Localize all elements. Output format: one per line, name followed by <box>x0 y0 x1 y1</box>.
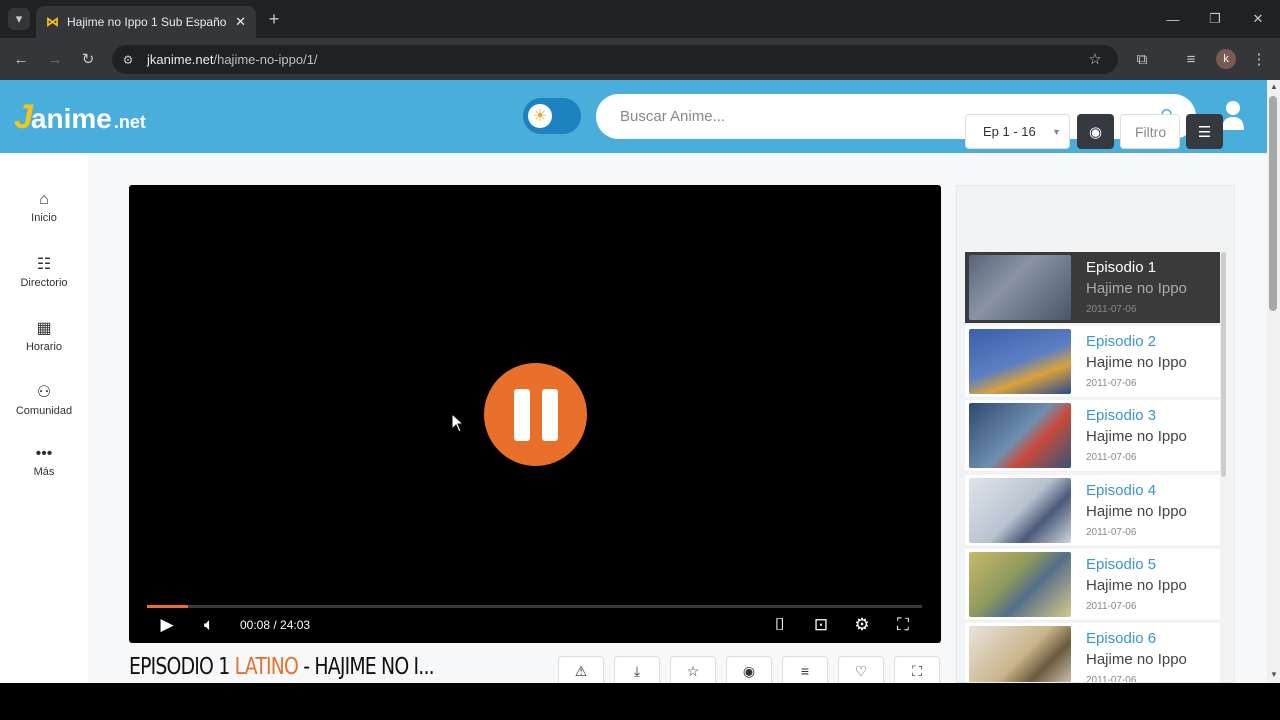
list-icon: ☰ <box>1197 123 1212 141</box>
home-icon: ⌂ <box>39 191 49 208</box>
site-info-icon[interactable]: ⚙ <box>120 52 136 68</box>
favorite-button[interactable]: ☆ <box>670 656 716 683</box>
back-icon[interactable]: ← <box>12 50 30 68</box>
watched-button[interactable]: ◉ <box>726 656 772 683</box>
episode-thumbnail <box>969 478 1071 543</box>
pause-icon <box>513 388 530 441</box>
close-tab-icon[interactable]: ✕ <box>235 14 246 30</box>
theme-toggle[interactable]: ☀ <box>523 98 581 134</box>
site-logo[interactable]: Janime .net <box>14 98 146 137</box>
bookmark-star-icon[interactable]: ☆ <box>1086 50 1104 68</box>
playlist-add-icon: ≡ <box>800 663 810 679</box>
episode-item-6[interactable]: Episodio 6 Hajime no Ippo 2011-07-06 <box>965 623 1220 683</box>
sidebar-item-mas[interactable]: ••• Más <box>0 445 88 478</box>
list-icon: ☷ <box>36 256 52 273</box>
tab-search-button[interactable]: ▾ <box>8 8 30 30</box>
volume-icon[interactable]: 🔈︎ <box>199 613 219 637</box>
profile-avatar[interactable]: k <box>1216 49 1236 69</box>
add-to-list-button[interactable]: ≡ <box>782 656 828 683</box>
new-tab-button[interactable]: + <box>264 9 284 29</box>
calendar-icon: ▦ <box>36 320 52 337</box>
episode-list-scrollbar[interactable] <box>1221 252 1226 477</box>
episode-item-4[interactable]: Episodio 4 Hajime no Ippo 2011-07-06 <box>965 475 1220 547</box>
lightbulb-icon: ♡ <box>854 662 868 679</box>
url-text[interactable]: jkanime.net/hajime-no-ippo/1/ <box>147 52 318 67</box>
page-scrollbar-thumb[interactable] <box>1269 96 1277 311</box>
eye-icon: ◉ <box>742 662 756 679</box>
episode-thumbnail <box>969 626 1071 682</box>
sidebar-item-label: Más <box>33 466 55 478</box>
episode-item-2[interactable]: Episodio 2 Hajime no Ippo 2011-07-06 <box>965 326 1220 398</box>
episode-thumbnail <box>969 403 1071 468</box>
video-player[interactable]: ▶ 🔈︎ 00:08 / 24:03 ⌷ ⊡ ⚙ ⛶ <box>129 185 941 643</box>
language-highlight: LATINO <box>234 654 299 680</box>
progress-fill <box>147 605 189 608</box>
episode-thumbnail <box>969 552 1071 617</box>
reload-icon[interactable]: ↻ <box>79 50 97 68</box>
forward-icon[interactable]: → <box>46 50 64 68</box>
warning-icon: ⚠ <box>574 662 588 679</box>
sidebar-item-label: Comunidad <box>15 405 73 417</box>
light-mode-button[interactable]: ♡ <box>838 656 884 683</box>
report-button[interactable]: ⚠ <box>558 656 604 683</box>
browser-tab-bar: ▾ ⋈ Hajime no Ippo 1 Sub Español ( ✕ + —… <box>0 0 1280 38</box>
bottom-bar <box>0 683 1280 720</box>
tab-title: Hajime no Ippo 1 Sub Español ( <box>67 15 228 29</box>
fullscreen-icon[interactable]: ⛶ <box>892 613 914 637</box>
media-control-icon[interactable]: ≡ <box>1182 50 1200 68</box>
episode-item-1[interactable]: Episodio 1 Hajime no Ippo 2011-07-06 <box>965 252 1220 324</box>
sidebar-item-comunidad[interactable]: ⚇ Comunidad <box>0 382 88 417</box>
logo-main: anime <box>30 103 112 134</box>
more-icon: ••• <box>35 445 53 462</box>
time-display: 00:08 / 24:03 <box>240 618 311 632</box>
users-icon: ⚇ <box>36 384 52 401</box>
sidebar-item-label: Directorio <box>20 277 68 289</box>
sidebar-item-inicio[interactable]: ⌂ Inicio <box>0 191 88 224</box>
pause-button[interactable] <box>484 363 587 466</box>
favicon-icon: ⋈ <box>46 14 59 29</box>
browser-menu-icon[interactable]: ⋮ <box>1250 50 1268 68</box>
settings-icon[interactable]: ⚙ <box>851 613 873 637</box>
extensions-icon[interactable]: ⧉ <box>1133 50 1151 68</box>
sidebar-item-horario[interactable]: ▦ Horario <box>0 318 88 353</box>
close-window-icon[interactable]: ✕ <box>1249 10 1267 28</box>
play-icon[interactable]: ▶ <box>157 613 177 637</box>
episode-thumbnail <box>969 255 1071 320</box>
sidebar: ⌂ Inicio ☷ Directorio ▦ Horario ⚇ Comuni… <box>0 153 88 683</box>
download-button[interactable]: ⤓ <box>614 656 660 683</box>
chevron-down-icon: ▼ <box>1052 126 1061 137</box>
restore-icon[interactable]: ❐ <box>1206 10 1224 28</box>
episode-title: EPISODIO 1 LATINO - HAJIME NO I... <box>129 654 435 680</box>
download-icon: ⤓ <box>633 662 641 679</box>
browser-tab[interactable]: ⋈ Hajime no Ippo 1 Sub Español ( ✕ <box>36 6 256 38</box>
episode-range-select[interactable]: Ep 1 - 16 ▼ <box>965 114 1070 149</box>
episode-filter-input[interactable] <box>1120 114 1180 149</box>
star-icon: ☆ <box>686 662 700 679</box>
scroll-down-icon[interactable]: ▼ <box>1270 670 1278 679</box>
screenshot-icon[interactable]: ⌷ <box>769 613 791 637</box>
sidebar-item-directorio[interactable]: ☷ Directorio <box>0 254 88 289</box>
episode-item-3[interactable]: Episodio 3 Hajime no Ippo 2011-07-06 <box>965 400 1220 472</box>
cast-icon[interactable]: ⊡ <box>810 613 832 637</box>
logo-suffix: .net <box>113 112 146 132</box>
minimize-icon[interactable]: — <box>1164 10 1182 28</box>
list-view-button[interactable]: ☰ <box>1186 114 1223 149</box>
scroll-up-icon[interactable]: ▲ <box>1270 82 1278 91</box>
episode-item-5[interactable]: Episodio 5 Hajime no Ippo 2011-07-06 <box>965 549 1220 621</box>
mouse-cursor-icon <box>451 413 465 433</box>
eye-icon: ◉ <box>1088 123 1103 141</box>
progress-bar[interactable] <box>147 605 922 608</box>
toggle-watched-button[interactable]: ◉ <box>1077 114 1114 149</box>
sun-icon: ☀ <box>528 104 552 128</box>
episode-thumbnail <box>969 329 1071 394</box>
sidebar-item-label: Horario <box>25 341 63 353</box>
expand-icon: ⛶ <box>912 662 922 679</box>
user-icon[interactable] <box>1222 100 1244 130</box>
sidebar-item-label: Inicio <box>31 212 57 224</box>
expand-button[interactable]: ⛶ <box>894 656 940 683</box>
